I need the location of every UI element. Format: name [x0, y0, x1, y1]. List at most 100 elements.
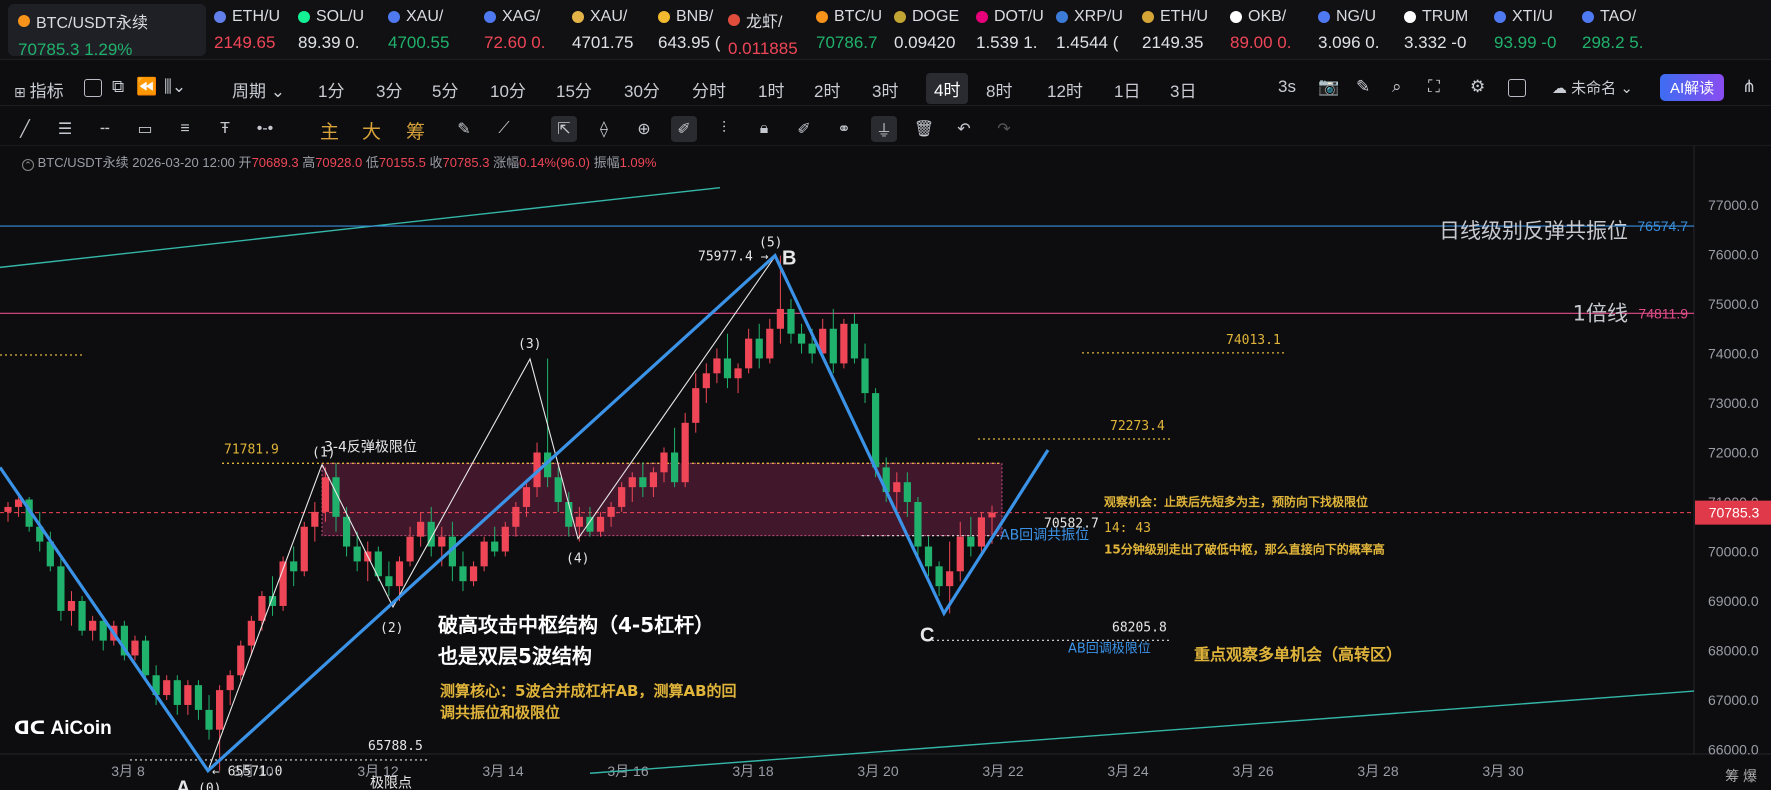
rewind-icon[interactable]: ⏪ — [136, 77, 157, 97]
camera-icon[interactable]: 📷 — [1318, 77, 1339, 97]
hline-tool-icon[interactable]: ╌ — [92, 116, 118, 142]
ticker-item[interactable]: DOT/U 1.539 1. — [968, 0, 1048, 60]
interval-tab[interactable]: 12时 — [1047, 77, 1083, 102]
ticker-item[interactable]: TRUM 3.332 -0 — [1396, 0, 1486, 60]
interval-tab[interactable]: 5分 — [432, 77, 458, 102]
ticker-item[interactable]: SOL/U 89.39 0. — [290, 0, 380, 60]
price-chart[interactable]: 77000.0 76000.0 75000.0 74000.0 73000.0 72000… — [0, 146, 1771, 790]
candle-body — [596, 516, 605, 532]
more-tools-icon[interactable]: •-• — [252, 116, 278, 142]
ticker-item[interactable]: XRP/U 1.4544 ( — [1048, 0, 1134, 60]
link-icon[interactable]: ⚭ — [831, 116, 857, 142]
ticker-item[interactable]: TAO/298.2 5. — [1574, 0, 1664, 60]
candle-body — [861, 358, 869, 394]
ticker-price: 3.096 — [1318, 33, 1361, 52]
interval-tab[interactable]: 8时 — [986, 77, 1012, 102]
refresh-rate[interactable]: 3s — [1278, 77, 1296, 97]
ticker-item[interactable]: XTI/U 93.99 -0 — [1486, 0, 1574, 60]
interval-tab[interactable]: 1时 — [758, 77, 784, 102]
interval-tab[interactable]: 10分 — [490, 77, 526, 102]
ticker-price: 70786.7 — [816, 33, 878, 52]
ticker-price: 89.39 — [298, 33, 341, 52]
candle-body — [290, 561, 298, 572]
ai-interpret-button[interactable]: AI解读 — [1660, 74, 1725, 101]
period-dropdown[interactable]: 周期 ⌄ — [232, 77, 285, 102]
ticker-item[interactable]: 龙虾/0.011885 — [720, 0, 808, 60]
hide-icon[interactable]: ✐ — [791, 116, 817, 142]
ticker-name: ETH/U — [232, 8, 280, 25]
delete-icon[interactable]: 🗑︎ — [911, 116, 937, 142]
line-tool-icon[interactable]: ╱ — [12, 116, 38, 142]
candle-body — [438, 536, 446, 547]
interval-tab[interactable]: 1日 — [1114, 77, 1140, 102]
undo-icon[interactable]: ↶ — [951, 116, 977, 142]
ticker-item[interactable]: XAU/4701.75 — [564, 0, 650, 60]
ticker-name: DOT/U — [994, 8, 1044, 25]
ticker-item[interactable]: ETH/U 2149.35 — [1134, 0, 1222, 60]
zoom-tool-icon[interactable]: ⊕ — [631, 116, 657, 142]
ticker-item[interactable]: BNB/643.95 ( — [650, 0, 720, 60]
side-toggle-labels[interactable]: 筹 爆 — [1725, 766, 1757, 786]
aicoin-logo: ᗡᑕ AiCoin — [14, 718, 112, 739]
ticker-item[interactable]: NG/U 3.096 0. — [1310, 0, 1396, 60]
interval-tab[interactable]: 30分 — [624, 77, 660, 102]
chart-type-icon[interactable]: ⫼⌄ — [164, 77, 186, 97]
ticker-item[interactable]: DOGE 0.09420 — [886, 0, 968, 60]
ticker-item[interactable]: BTC/USDT永续 70785.3 1.29% — [8, 4, 206, 59]
fullscreen-icon[interactable]: ⛶ — [1428, 77, 1440, 97]
measure-tool-icon[interactable]: ⟋ — [491, 116, 517, 142]
sync-icon[interactable]: ⧉ — [112, 77, 124, 97]
symbol-label: BTC/USDT永续 — [37, 155, 129, 170]
chip-toggle[interactable]: 筹 — [406, 117, 425, 144]
comment-icon[interactable]: ⌕ — [1392, 77, 1402, 97]
ticker-item[interactable]: OKB/89.00 0. — [1222, 0, 1310, 60]
lock-icon[interactable]: 🔒︎ — [751, 116, 777, 142]
observation-text-2: 15分钟级别走出了破低中枢，那么直接向下的概率高 — [1104, 542, 1385, 557]
interval-tab[interactable]: 1分 — [318, 77, 344, 102]
ticker-name: BTC/U — [834, 8, 882, 25]
big-order-toggle[interactable]: 大 — [362, 117, 381, 144]
x-tick-label: 3月 24 — [1107, 763, 1148, 779]
redo-icon[interactable]: ↷ — [991, 116, 1017, 142]
candle-body — [459, 566, 467, 582]
coin-icon — [1494, 11, 1506, 23]
ruler-tool-icon[interactable]: ⟠ — [591, 116, 617, 142]
ticker-item[interactable]: XAG/72.60 0. — [476, 0, 564, 60]
text-tool-icon[interactable]: Ŧ — [212, 116, 238, 142]
collapse-icon[interactable]: ⌃ — [22, 159, 34, 171]
ticker-item[interactable]: ETH/U 2149.65 — [206, 0, 290, 60]
interval-tab[interactable]: 分时 — [692, 77, 726, 102]
hlines-tool-icon[interactable]: ☰ — [52, 116, 78, 142]
layout-name-dropdown[interactable]: ☁ 未命名 ⌄ — [1552, 77, 1633, 98]
ticker-item[interactable]: XAU/4700.55 — [380, 0, 476, 60]
extreme-point-text: 极限点 — [370, 776, 412, 790]
interval-tab[interactable]: 3时 — [872, 77, 898, 102]
level-price: 76574.7 — [1637, 218, 1688, 234]
compare-tool-icon[interactable]: ⫶ — [711, 116, 737, 142]
main-chart-toggle[interactable]: 主 — [320, 117, 339, 144]
layout-icon[interactable] — [84, 79, 102, 97]
share-icon[interactable]: ⋔ — [1742, 77, 1756, 97]
interval-tab[interactable]: 15分 — [556, 77, 592, 102]
interval-tab[interactable]: 3分 — [376, 77, 402, 102]
interval-tab[interactable]: 4时 — [926, 73, 969, 104]
magnet-tool-icon[interactable]: ⇱ — [551, 116, 577, 142]
ticker-name: TRUM — [1422, 8, 1469, 25]
ticker-name: BTC/USDT永续 — [36, 15, 149, 32]
window-icon[interactable] — [1508, 79, 1526, 97]
settings-icon[interactable]: ⚙ — [1470, 77, 1485, 97]
draw-mode-icon[interactable]: ✐ — [671, 116, 697, 142]
edit-tool-icon[interactable]: ✎ — [451, 116, 477, 142]
interval-tab[interactable]: 3日 — [1170, 77, 1196, 102]
candle-body — [226, 675, 234, 691]
filter-icon[interactable]: ⏚ — [871, 116, 897, 142]
fib-tool-icon[interactable]: ≡ — [172, 116, 198, 142]
pen-icon[interactable]: ✎ — [1356, 77, 1370, 97]
interval-tab[interactable]: 2时 — [814, 77, 840, 102]
candle-body — [903, 482, 911, 502]
rect-tool-icon[interactable]: ▭ — [132, 116, 158, 142]
candle-body — [321, 477, 330, 512]
indicator-button[interactable]: ⊞ 指标 — [14, 77, 64, 102]
ticker-item[interactable]: BTC/U 70786.7 — [808, 0, 886, 60]
candle-body — [575, 516, 583, 527]
